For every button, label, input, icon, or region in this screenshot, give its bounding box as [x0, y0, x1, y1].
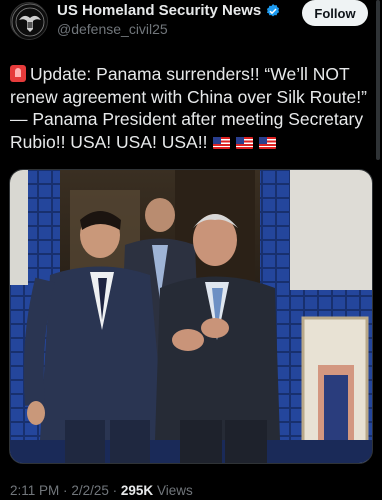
- us-flag-emoji-icon: [259, 136, 277, 149]
- siren-emoji-icon: [10, 65, 26, 82]
- tweet-photo[interactable]: [9, 169, 373, 464]
- us-flag-emoji-icon: [213, 136, 231, 149]
- tweet-text: Update: Panama surrenders!! “We’ll NOT r…: [10, 63, 372, 153]
- timestamp-time[interactable]: 2:11 PM: [10, 483, 59, 498]
- us-flag-emoji-icon: [236, 136, 254, 149]
- timestamp-date[interactable]: 2/2/25: [71, 483, 109, 498]
- eagle-seal-icon: [11, 3, 47, 39]
- handle[interactable]: @defense_civil25: [57, 21, 168, 37]
- display-name[interactable]: US Homeland Security News: [57, 2, 261, 19]
- views-label: Views: [156, 483, 193, 498]
- scrollbar[interactable]: [376, 0, 380, 160]
- views-count: 295K: [120, 483, 154, 498]
- avatar[interactable]: [10, 2, 48, 40]
- tweet-header: US Homeland Security News @defense_civil…: [0, 0, 382, 52]
- tweet-body: Update: Panama surrenders!! “We’ll NOT r…: [10, 64, 367, 152]
- follow-button[interactable]: Follow: [302, 0, 368, 26]
- tweet-meta: 2:11 PM · 2/2/25 · 295K Views: [10, 483, 193, 498]
- meta-separator: ·: [63, 483, 68, 498]
- verified-badge-icon: [267, 3, 280, 16]
- photo-officials-walking: [10, 170, 372, 463]
- meta-separator: ·: [112, 483, 118, 498]
- name-row: US Homeland Security News: [57, 2, 281, 19]
